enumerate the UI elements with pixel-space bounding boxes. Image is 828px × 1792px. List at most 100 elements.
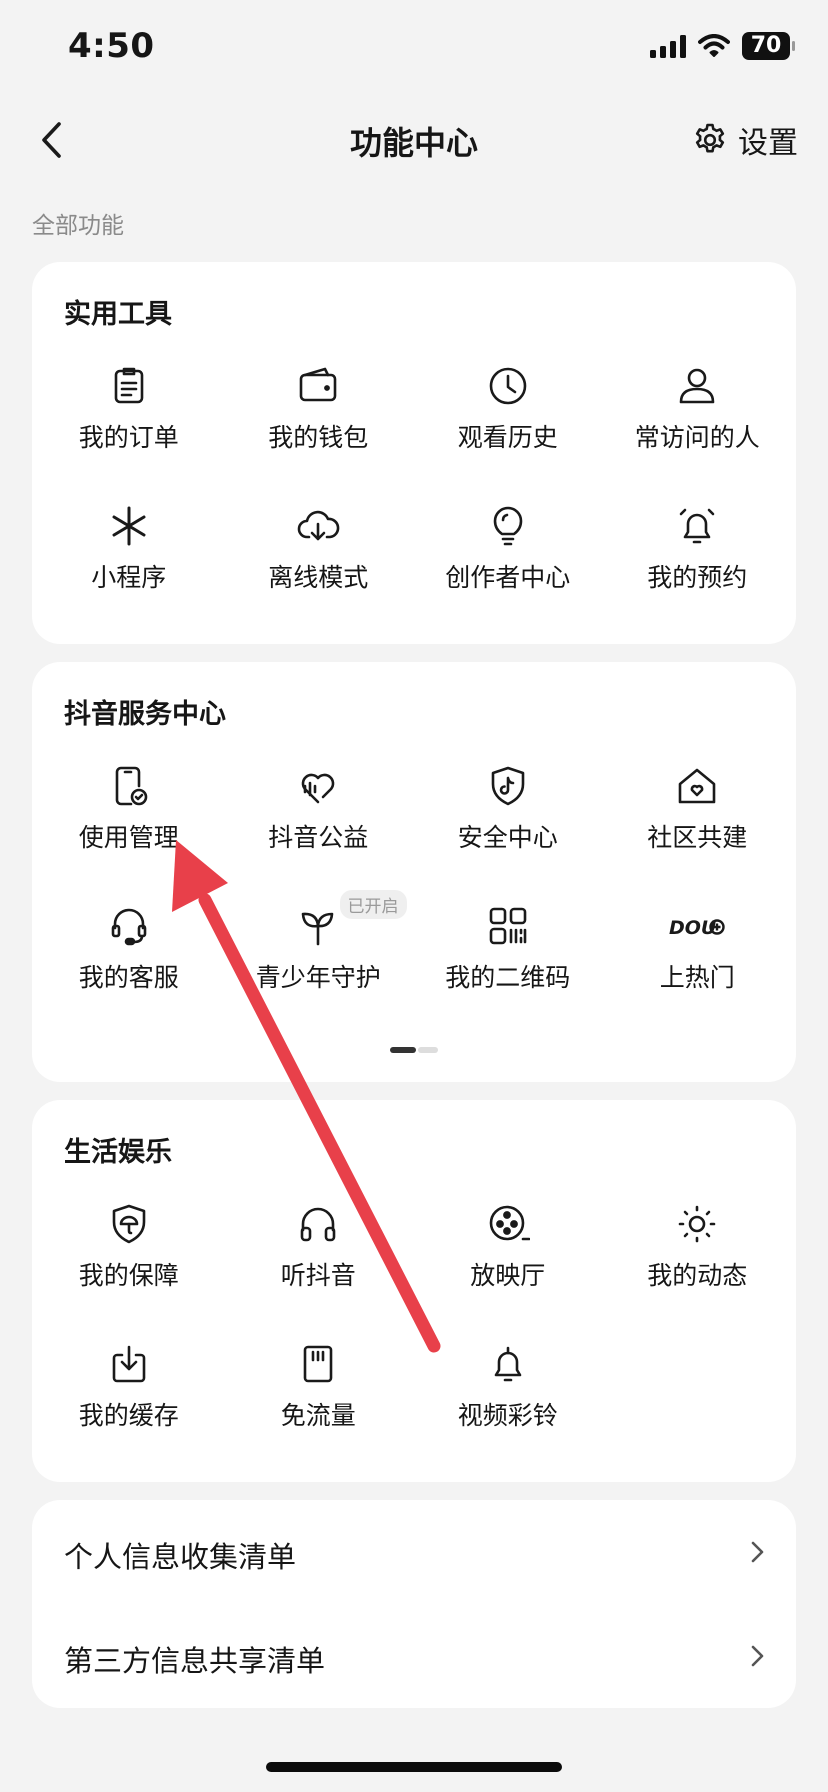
back-button[interactable] — [30, 114, 80, 166]
grid-item-my-protection[interactable]: 我的保障 — [34, 1184, 224, 1324]
grid-item-label: 免流量 — [280, 1401, 356, 1430]
grid-item-label: 我的保障 — [78, 1261, 179, 1290]
status-icons: 70 — [650, 32, 795, 60]
grid-item-label: 青少年守护 — [255, 963, 381, 992]
grid-item-mini-programs[interactable]: 小程序 — [34, 486, 224, 626]
status-bar: 4:50 70 — [0, 0, 828, 100]
grid-item-label: 我的客服 — [78, 963, 179, 992]
life-entertainment-card: 生活娱乐 我的保障 听抖音 放映厅 我的动态 我的缓存 免流量 视频彩铃 — [32, 1100, 796, 1482]
qr-code-icon — [489, 907, 527, 945]
grid-item-label: 我的缓存 — [78, 1401, 179, 1430]
clipboard-icon — [114, 367, 144, 404]
grid-item-my-reservations[interactable]: 我的预约 — [603, 486, 793, 626]
grid-item-my-qr-code[interactable]: 我的二维码 — [413, 886, 603, 1026]
grid-item-label: 观看历史 — [457, 423, 558, 452]
grid-item-label: 视频彩铃 — [457, 1401, 558, 1430]
status-time: 4:50 — [68, 26, 155, 66]
grid-item-label: 听抖音 — [280, 1261, 356, 1290]
grid-item-community-building[interactable]: 社区共建 — [603, 746, 793, 886]
grid-item-label: 放映厅 — [470, 1261, 546, 1290]
grid-item-go-trending[interactable]: DOU 上热门 — [603, 886, 793, 1026]
grid-item-label: 我的动态 — [647, 1261, 748, 1290]
chevron-right-icon — [751, 1541, 764, 1563]
card-title: 生活娱乐 — [64, 1137, 172, 1168]
grid-item-my-wallet[interactable]: 我的钱包 — [224, 346, 414, 486]
battery-percentage: 70 — [750, 33, 782, 58]
phone-check-icon — [115, 766, 148, 806]
person-icon — [679, 368, 715, 404]
list-item-third-party-sharing[interactable]: 第三方信息共享清单 — [32, 1604, 796, 1708]
grid-item-label: 安全中心 — [457, 823, 558, 852]
list-item-personal-info-collection[interactable]: 个人信息收集清单 — [32, 1500, 796, 1604]
info-list-card: 个人信息收集清单 第三方信息共享清单 — [32, 1500, 796, 1708]
headset-icon — [111, 908, 147, 946]
gear-icon — [695, 123, 725, 153]
grid-item-label: 我的预约 — [647, 563, 748, 592]
card-title: 抖音服务中心 — [64, 699, 226, 730]
cellular-signal-icon — [650, 34, 686, 58]
grid-item-my-cache[interactable]: 我的缓存 — [34, 1324, 224, 1464]
sun-icon — [678, 1205, 716, 1243]
grid-item-watch-history[interactable]: 观看历史 — [413, 346, 603, 486]
sim-card-icon — [303, 1345, 333, 1383]
dou-plus-icon: DOU — [669, 917, 725, 939]
grid-item-label: 我的二维码 — [445, 963, 571, 992]
card-title: 实用工具 — [64, 299, 172, 330]
grid-item-my-activity[interactable]: 我的动态 — [603, 1184, 793, 1324]
cloud-download-icon — [298, 510, 340, 541]
settings-label: 设置 — [738, 126, 798, 161]
asterisk-icon — [112, 506, 146, 546]
grid-item-screening-room[interactable]: 放映厅 — [413, 1184, 603, 1324]
grid-item-my-orders[interactable]: 我的订单 — [34, 346, 224, 486]
grid-item-creator-center[interactable]: 创作者中心 — [413, 486, 603, 626]
enabled-badge: 已开启 — [339, 890, 407, 919]
grid-item-security-center[interactable]: 安全中心 — [413, 746, 603, 886]
grid-item-douyin-charity[interactable]: 抖音公益 — [224, 746, 414, 886]
grid-item-label: 我的订单 — [78, 423, 179, 452]
wallet-icon — [299, 367, 337, 402]
grid-item-usage-management[interactable]: 使用管理 — [34, 746, 224, 886]
wifi-icon — [698, 34, 730, 57]
bell-ring-icon — [679, 508, 715, 544]
battery-icon: 70 — [742, 32, 795, 60]
film-reel-icon — [489, 1205, 530, 1241]
bell-icon — [494, 1346, 522, 1382]
lightbulb-icon — [493, 506, 523, 546]
grid-item-label: 社区共建 — [647, 823, 748, 852]
grid-item-label: 离线模式 — [268, 563, 369, 592]
utility-tools-card: 实用工具 我的订单 我的钱包 观看历史 常访问的人 小程序 离线模式 创作者中心 — [32, 262, 796, 644]
grid-item-listen-douyin[interactable]: 听抖音 — [224, 1184, 414, 1324]
shield-tiktok-icon — [491, 766, 525, 806]
utility-tools-grid: 我的订单 我的钱包 观看历史 常访问的人 小程序 离线模式 创作者中心 我的预约 — [32, 346, 796, 626]
download-box-icon — [112, 1345, 146, 1383]
grid-item-label: 创作者中心 — [445, 563, 571, 592]
list-item-label: 个人信息收集清单 — [64, 1540, 297, 1574]
grid-item-label: 常访问的人 — [634, 423, 760, 452]
settings-button[interactable]: 设置 — [692, 118, 798, 162]
sprout-icon — [301, 912, 334, 946]
grid-item-data-free[interactable]: 免流量 — [224, 1324, 414, 1464]
list-item-label: 第三方信息共享清单 — [64, 1644, 326, 1678]
chevron-left-icon — [42, 122, 61, 158]
headphones-icon — [300, 1207, 336, 1242]
heart-wave-icon — [301, 773, 335, 804]
grid-item-label: 上热门 — [659, 963, 735, 992]
life-entertainment-grid: 我的保障 听抖音 放映厅 我的动态 我的缓存 免流量 视频彩铃 — [32, 1184, 796, 1464]
grid-item-frequent-visitors[interactable]: 常访问的人 — [603, 346, 793, 486]
page-indicator — [390, 1047, 438, 1053]
douyin-service-grid: 使用管理 抖音公益 安全中心 社区共建 我的客服 已开启 青少年守护 我的二维码 — [32, 746, 796, 1026]
grid-item-label: 使用管理 — [78, 823, 179, 852]
navigation-bar: 功能中心 设置 — [0, 100, 828, 180]
douyin-service-center-card: 抖音服务中心 使用管理 抖音公益 安全中心 社区共建 我的客服 已开启 青少年守… — [32, 662, 796, 1082]
grid-item-label: 小程序 — [91, 563, 167, 592]
house-heart-icon — [678, 768, 716, 804]
grid-item-youth-protection[interactable]: 已开启 青少年守护 — [224, 886, 414, 1026]
home-indicator — [266, 1762, 562, 1772]
grid-item-label: 抖音公益 — [268, 823, 369, 852]
shield-umbrella-icon — [112, 1204, 146, 1244]
grid-item-customer-service[interactable]: 我的客服 — [34, 886, 224, 1026]
grid-item-offline-mode[interactable]: 离线模式 — [224, 486, 414, 626]
grid-item-video-ringtone[interactable]: 视频彩铃 — [413, 1324, 603, 1464]
chevron-right-icon — [751, 1645, 764, 1667]
grid-item-label: 我的钱包 — [268, 423, 369, 452]
